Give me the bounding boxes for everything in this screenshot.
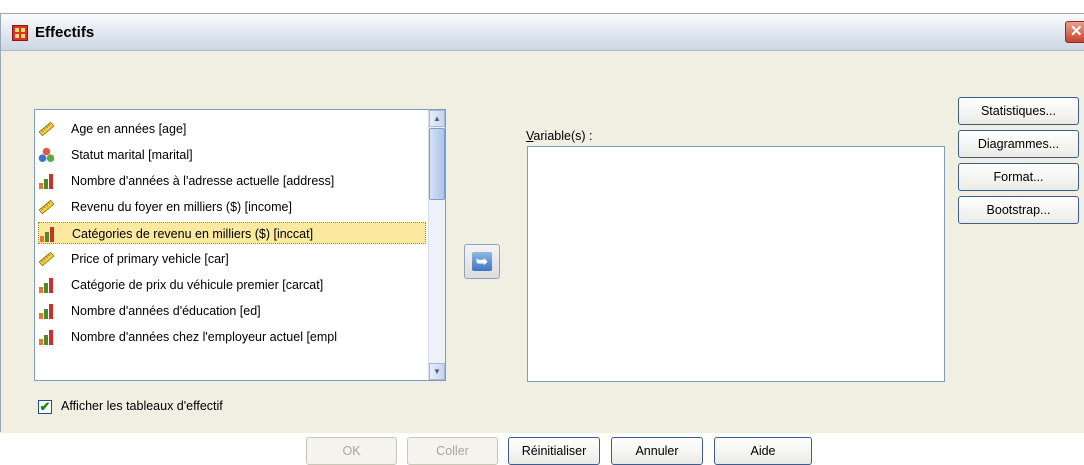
scroll-thumb[interactable] — [429, 128, 445, 200]
ok-button[interactable]: OK — [306, 437, 397, 465]
show-frequency-tables-checkbox[interactable]: ✔ — [38, 400, 52, 414]
scale-ruler-icon — [38, 121, 55, 137]
list-item[interactable]: Statut marital [marital] — [38, 144, 426, 166]
statistics-button[interactable]: Statistiques... — [958, 97, 1079, 125]
reset-button[interactable]: Réinitialiser — [508, 437, 600, 465]
move-to-variables-button[interactable]: ➥ — [464, 244, 500, 279]
ordinal-bars-icon — [38, 173, 55, 189]
charts-button[interactable]: Diagrammes... — [958, 130, 1079, 158]
window-title: Effectifs — [35, 24, 95, 41]
list-item-label: Age en années [age] — [71, 122, 187, 136]
list-item-label: Price of primary vehicle [car] — [71, 252, 229, 266]
nominal-balls-icon — [38, 147, 55, 163]
title-bar[interactable]: Effectifs ✕ — [1, 14, 1084, 51]
format-button[interactable]: Format... — [958, 163, 1079, 191]
app-icon — [12, 25, 28, 41]
list-item-label: Revenu du foyer en milliers ($) [income] — [71, 200, 292, 214]
scroll-up-icon[interactable]: ▲ — [429, 110, 445, 127]
list-item[interactable]: Revenu du foyer en milliers ($) [income] — [38, 196, 426, 218]
ordinal-bars-icon — [38, 329, 55, 345]
list-item-label: Catégories de revenu en milliers ($) [in… — [72, 227, 314, 241]
source-variable-list[interactable]: Age en années [age] Statut marital [marit… — [34, 109, 446, 381]
arrow-right-icon: ➥ — [472, 252, 492, 271]
scroll-down-icon[interactable]: ▼ — [429, 363, 445, 380]
list-item[interactable]: Nombre d'années à l'adresse actuelle [ad… — [38, 170, 426, 192]
frequencies-dialog: Effectifs ✕ Age en années [age] Statut ma… — [0, 13, 1084, 465]
ordinal-bars-icon — [38, 303, 55, 319]
variables-label-rest: ariable(s) : — [533, 129, 593, 143]
target-variable-list[interactable] — [527, 146, 945, 382]
dialog-body: Age en années [age] Statut marital [marit… — [1, 51, 1084, 465]
list-item[interactable]: Catégories de revenu en milliers ($) [in… — [38, 222, 426, 244]
list-item-label: Nombre d'années à l'adresse actuelle [ad… — [71, 174, 335, 188]
cancel-button[interactable]: Annuler — [611, 437, 703, 465]
list-item-label: Nombre d'années d'éducation [ed] — [71, 304, 261, 318]
paste-button[interactable]: Coller — [407, 437, 498, 465]
close-icon[interactable]: ✕ — [1065, 21, 1084, 43]
bootstrap-button[interactable]: Bootstrap... — [958, 196, 1079, 224]
list-item-label: Statut marital [marital] — [71, 148, 193, 162]
list-item-label: Nombre d'années chez l'employeur actuel … — [71, 330, 338, 344]
help-button[interactable]: Aide — [714, 437, 812, 465]
list-item[interactable]: Catégorie de prix du véhicule premier [c… — [38, 274, 426, 296]
list-item[interactable]: Price of primary vehicle [car] — [38, 248, 426, 270]
scale-ruler-icon — [38, 199, 55, 215]
list-item-label: Catégorie de prix du véhicule premier [c… — [71, 278, 324, 292]
variables-label: Variable(s) : — [526, 129, 593, 143]
list-scrollbar[interactable]: ▲ ▼ — [428, 110, 445, 380]
ordinal-bars-icon — [38, 277, 55, 293]
list-item[interactable]: Age en années [age] — [38, 118, 426, 140]
ordinal-bars-icon — [39, 226, 56, 242]
list-item[interactable]: Nombre d'années chez l'employeur actuel … — [38, 326, 426, 348]
show-frequency-tables-label[interactable]: Afficher les tableaux d'effectif — [61, 399, 223, 413]
list-item[interactable]: Nombre d'années d'éducation [ed] — [38, 300, 426, 322]
scale-ruler-icon — [38, 251, 55, 267]
